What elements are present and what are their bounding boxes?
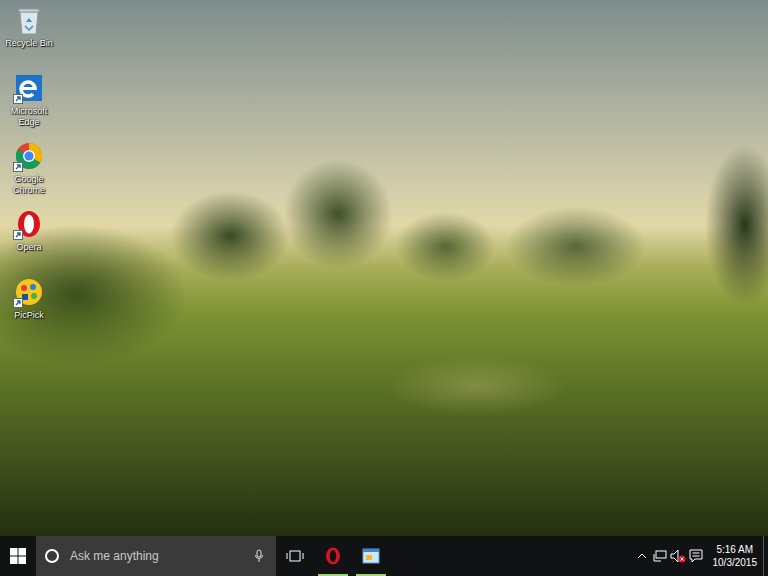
desktop-icon-label: Recycle Bin [1, 38, 57, 49]
desktop-icons: Recycle Bin Microsoft Edge Google Chrome Op… [0, 0, 58, 344]
windows-logo-icon [10, 548, 26, 564]
screen: Recycle Bin Microsoft Edge Google Chrome Op… [0, 0, 768, 576]
desktop-icon[interactable]: Google Chrome [0, 140, 58, 208]
desktop-icon-label: Microsoft Edge [1, 106, 57, 128]
picpick-app-icon [362, 548, 380, 564]
shortcut-arrow-icon [13, 230, 23, 240]
action-center-button[interactable] [687, 536, 705, 576]
show-hidden-icons-button[interactable] [633, 536, 651, 576]
search-box[interactable]: Ask me anything [36, 536, 276, 576]
taskbar: Ask me anything 5:16 AM10/3/2015 [0, 536, 768, 576]
muted-icon [678, 556, 685, 563]
desktop-icon[interactable]: Recycle Bin [0, 4, 58, 72]
show-desktop-button[interactable] [763, 536, 768, 576]
notification-icon [689, 549, 703, 563]
running-indicator [318, 574, 348, 576]
desktop-icon[interactable]: PicPick [0, 276, 58, 344]
desktop-icon-label: Opera [1, 242, 57, 253]
desktop-icon[interactable]: Microsoft Edge [0, 72, 58, 140]
desktop: Recycle Bin Microsoft Edge Google Chrome Op… [0, 0, 768, 536]
opera-taskbar-button[interactable] [314, 536, 352, 576]
clock[interactable]: 5:16 AM10/3/2015 [705, 536, 764, 576]
search-placeholder: Ask me anything [70, 549, 244, 563]
opera-icon [325, 547, 341, 565]
chevron-up-icon [637, 553, 647, 559]
cortana-icon [44, 548, 60, 564]
desktop-icon[interactable]: Opera [0, 208, 58, 276]
shortcut-arrow-icon [13, 298, 23, 308]
running-indicator [356, 574, 386, 576]
wallpaper [0, 0, 768, 536]
network-button[interactable] [651, 536, 669, 576]
shortcut-arrow-icon [13, 94, 23, 104]
recycle-bin-icon [14, 4, 44, 36]
speaker-icon [670, 549, 686, 563]
start-button[interactable] [0, 536, 36, 576]
clock-time: 5:16 AM [716, 543, 753, 556]
task-view-button[interactable] [276, 536, 314, 576]
clock-date: 10/3/2015 [713, 556, 758, 569]
volume-button[interactable] [669, 536, 687, 576]
microphone-icon [254, 549, 264, 563]
task-view-icon [286, 549, 304, 563]
network-icon [653, 550, 667, 562]
system-tray: 5:16 AM10/3/2015 [633, 536, 768, 576]
desktop-icon-label: Google Chrome [1, 174, 57, 196]
desktop-icon-label: PicPick [1, 310, 57, 321]
shortcut-arrow-icon [13, 162, 23, 172]
picpick-taskbar-button[interactable] [352, 536, 390, 576]
